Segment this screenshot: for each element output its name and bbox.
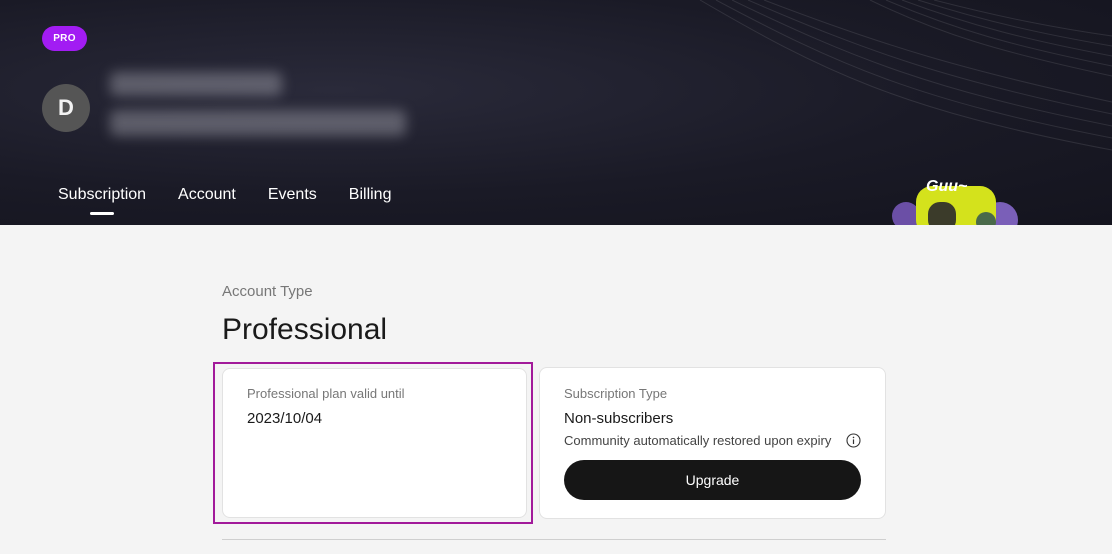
upgrade-button[interactable]: Upgrade: [564, 460, 861, 500]
tab-account[interactable]: Account: [162, 178, 252, 212]
info-icon[interactable]: [846, 433, 861, 448]
divider: [222, 539, 886, 540]
mascot-text: Guu~: [926, 178, 968, 195]
pro-badge: PRO: [42, 26, 87, 51]
mascot-illustration: Guu~: [888, 176, 1028, 225]
profile-tabs: Subscription Account Events Billing: [42, 178, 407, 218]
selection-highlight: [213, 362, 533, 524]
avatar[interactable]: D: [42, 84, 90, 132]
tab-events[interactable]: Events: [252, 178, 333, 212]
tab-subscription[interactable]: Subscription: [42, 178, 162, 215]
subscription-type-label: Subscription Type: [564, 386, 668, 401]
subscription-type-value: Non-subscribers: [564, 410, 674, 427]
profile-header: PRO D Subscription Account Events Billin…: [0, 0, 1112, 225]
expiry-note: Community automatically restored upon ex…: [564, 433, 832, 448]
blurred-email: [110, 110, 406, 136]
subscription-type-card: Subscription Type Non-subscribers Commun…: [539, 367, 886, 519]
account-type-value: Professional: [222, 313, 388, 346]
account-type-label: Account Type: [222, 283, 313, 300]
tab-billing[interactable]: Billing: [333, 178, 408, 212]
blurred-username: [110, 72, 282, 96]
